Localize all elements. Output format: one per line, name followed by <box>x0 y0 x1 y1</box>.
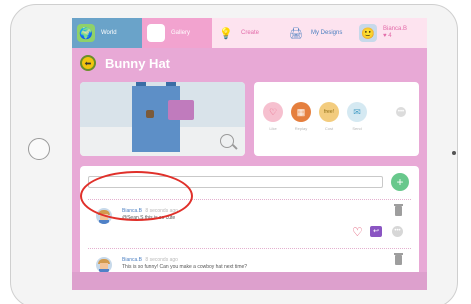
printer-icon: 🖨 <box>289 27 303 40</box>
home-button[interactable] <box>28 138 50 160</box>
cost-value: free! <box>319 102 339 122</box>
arrow-left-icon: ⬅ <box>84 58 92 68</box>
action-panel: ♡ Like ▦ Replay free! Cost ✉ Send ••• <box>254 82 419 156</box>
comment-time: 8 seconds ago <box>145 257 178 263</box>
design-preview[interactable] <box>80 82 245 156</box>
avatar[interactable] <box>96 257 112 273</box>
page-title: Bunny Hat <box>105 55 170 71</box>
globe-icon: 🌍 <box>77 24 95 42</box>
bottom-bar <box>72 272 427 290</box>
replay-button[interactable]: ▦ Replay <box>290 102 312 131</box>
replay-label: Replay <box>294 126 308 131</box>
trash-icon[interactable] <box>394 204 403 216</box>
camera-dot <box>452 151 456 155</box>
bunny-eye <box>146 110 154 118</box>
trash-icon[interactable] <box>394 253 403 265</box>
comment-text: This is so funny! Can you make a cowboy … <box>122 264 248 270</box>
tab-world[interactable]: 🌍 World <box>72 18 142 48</box>
tab-label: Create <box>241 30 260 36</box>
tab-create[interactable]: 💡 Create <box>212 18 282 48</box>
send-label: Send <box>352 126 362 131</box>
tab-label: World <box>101 30 117 36</box>
cost-label: Cost <box>324 126 334 131</box>
more-icon[interactable]: ••• <box>392 226 403 237</box>
gallery-icon: 🖼 <box>147 24 165 42</box>
profile-name: Bianca.B <box>383 26 408 32</box>
more-options-button[interactable]: ••• <box>396 107 406 117</box>
add-comment-button[interactable]: + <box>391 173 409 191</box>
app-screen: 🌍 World 🖼 Gallery 💡 Create 🖨 My Designs … <box>72 18 427 290</box>
heart-icon: ♡ <box>263 102 283 122</box>
like-button[interactable]: ♡ Like <box>262 102 284 131</box>
plus-icon: + <box>396 175 404 189</box>
replay-icon: ▦ <box>291 102 311 122</box>
annotation-circle <box>80 171 193 221</box>
bunny-face <box>168 100 194 120</box>
send-button[interactable]: ✉ Send <box>346 102 368 131</box>
comment-author[interactable]: Bianca.B <box>122 257 142 263</box>
tab-profile[interactable]: 🙂 Bianca.B ♥ 4 <box>354 18 427 48</box>
tab-my-designs[interactable]: 🖨 My Designs <box>282 18 354 48</box>
profile-hearts: ♥ 4 <box>383 33 392 39</box>
back-button[interactable]: ⬅ <box>80 55 96 71</box>
send-icon: ✉ <box>347 102 367 122</box>
tab-label: My Designs <box>311 30 343 36</box>
tab-label: Gallery <box>171 30 191 36</box>
top-nav: 🌍 World 🖼 Gallery 💡 Create 🖨 My Designs … <box>72 18 427 48</box>
lightbulb-icon: 💡 <box>219 27 233 40</box>
tab-gallery[interactable]: 🖼 Gallery <box>142 18 212 48</box>
heart-icon[interactable]: ♡ <box>352 226 363 238</box>
divider <box>88 248 411 249</box>
cost-button[interactable]: free! Cost <box>318 102 340 131</box>
like-label: Like <box>269 126 277 131</box>
title-row: ⬅ Bunny Hat <box>80 52 170 74</box>
comment-meta: Bianca.B 8 seconds ago <box>122 257 178 263</box>
zoom-icon[interactable] <box>220 134 234 148</box>
avatar-icon: 🙂 <box>359 24 377 42</box>
reply-icon[interactable]: ↩ <box>370 226 382 237</box>
